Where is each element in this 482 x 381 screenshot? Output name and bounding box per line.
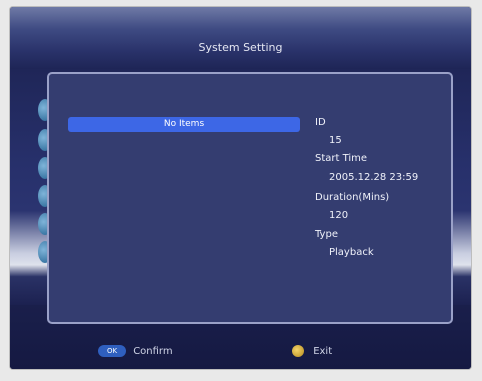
duration-value: 120 <box>329 210 349 221</box>
exit-key-icon <box>292 345 304 357</box>
id-value: 15 <box>329 135 342 146</box>
ok-key-icon: OK <box>98 345 126 357</box>
exit-label: Exit <box>313 346 333 357</box>
title-bar: System Setting <box>10 7 471 69</box>
exit-hint[interactable]: Exit <box>292 345 332 357</box>
record-dialog: No Items ID 15 Start Time 2005.12.28 23:… <box>47 72 453 324</box>
list-item-selected[interactable]: No Items <box>68 117 300 132</box>
type-value: Playback <box>329 247 374 258</box>
confirm-hint[interactable]: OK Confirm <box>98 345 173 357</box>
duration-label: Duration(Mins) <box>315 192 390 203</box>
id-label: ID <box>315 117 326 128</box>
confirm-label: Confirm <box>133 346 173 357</box>
page-title: System Setting <box>198 41 283 54</box>
tv-screen: System Setting OK Confirm Exit No Items … <box>10 7 471 369</box>
start-time-value: 2005.12.28 23:59 <box>329 172 419 183</box>
type-label: Type <box>315 229 338 240</box>
start-time-label: Start Time <box>315 153 368 164</box>
